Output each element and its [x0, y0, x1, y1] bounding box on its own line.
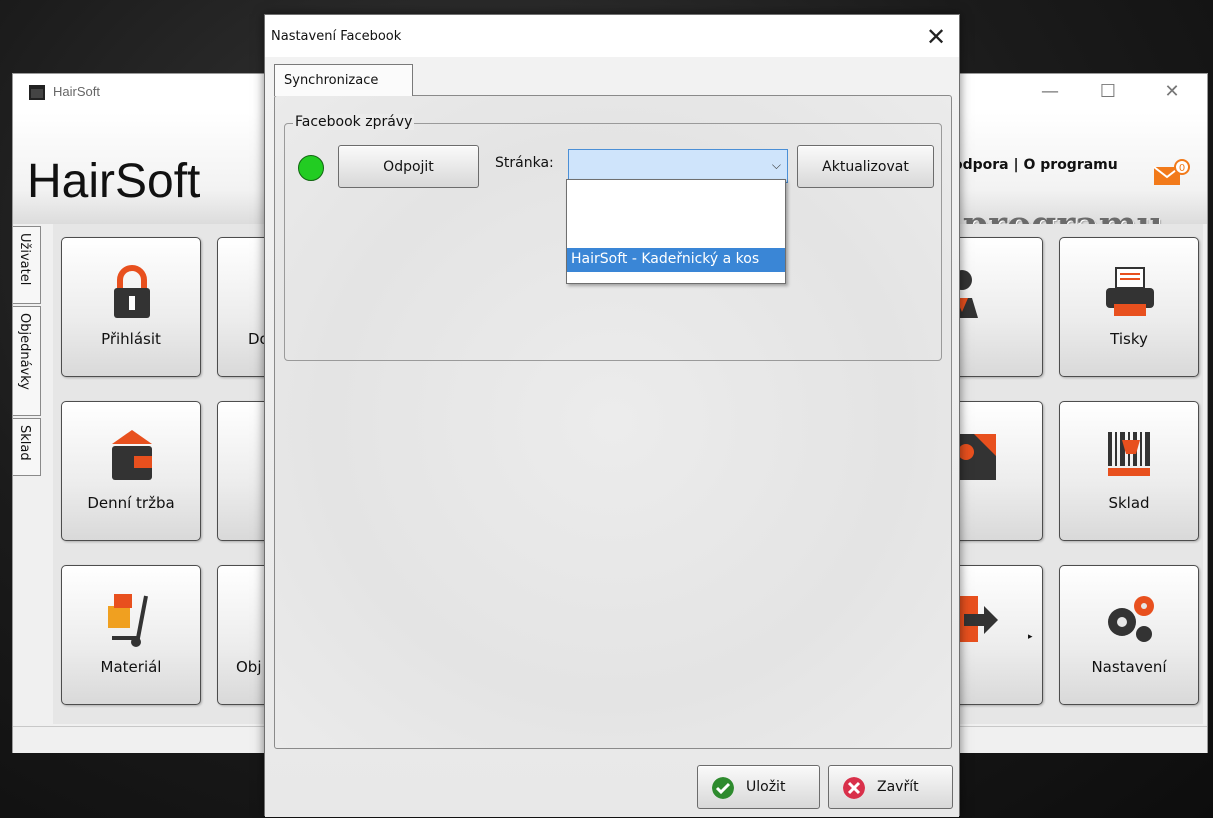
tile-material[interactable]: Materiál — [61, 565, 201, 705]
wallet-icon — [112, 430, 152, 480]
app-icon — [29, 85, 45, 100]
dropdown-option[interactable] — [567, 182, 785, 247]
side-tab-objednavky[interactable]: Objednávky — [13, 306, 41, 416]
tile-label: Nastavení — [1091, 658, 1167, 676]
mail-icon[interactable]: 0 — [1153, 159, 1191, 187]
chevron-down-icon[interactable]: ⌵ — [772, 158, 781, 173]
tile-nastaveni[interactable]: Nastavení — [1059, 565, 1199, 705]
gears-icon — [1108, 596, 1154, 642]
disconnect-button[interactable]: Odpojit — [338, 145, 479, 188]
tile-tisky[interactable]: Tisky — [1059, 237, 1199, 377]
tab-synchronizace[interactable]: Synchronizace — [274, 64, 413, 96]
tab-label: Synchronizace — [284, 73, 379, 88]
tile-label: Denní tržba — [87, 494, 175, 512]
printer-icon — [1106, 267, 1154, 316]
save-button-label: Uložit — [746, 779, 786, 795]
mail-badge: 0 — [1179, 163, 1185, 174]
tile-label: Sklad — [1108, 494, 1150, 512]
dialog-close-icon[interactable]: ✕ — [917, 21, 955, 53]
tile-expand-arrow-icon: ▸ — [1028, 632, 1033, 642]
dialog-body: Synchronizace Facebook zprávy Odpojit St… — [265, 57, 959, 817]
side-tab-uzivatel[interactable]: Uživatel — [13, 226, 41, 304]
tile-label: Materiál — [100, 658, 162, 676]
cancel-icon — [843, 777, 865, 799]
barcode-icon — [1108, 432, 1150, 476]
minimize-icon[interactable]: — — [1035, 80, 1065, 104]
brand-logo: HairSoft — [27, 155, 201, 208]
page-select[interactable]: ⌵ — [568, 149, 788, 183]
refresh-button[interactable]: Aktualizovat — [797, 145, 934, 188]
connection-status-indicator — [298, 155, 324, 181]
group-label: Facebook zprávy — [293, 114, 415, 130]
check-icon — [712, 777, 734, 799]
tile-sklad[interactable]: Sklad — [1059, 401, 1199, 541]
hand-truck-icon — [108, 594, 148, 647]
close-button[interactable]: Zavřít — [828, 765, 953, 809]
tile-label: Tisky — [1110, 330, 1148, 348]
header-links[interactable]: odpora | O programu — [953, 157, 1118, 173]
page-select-dropdown: HairSoft - Kadeřnický a kos — [566, 179, 786, 284]
tile-denni-trzba[interactable]: Denní tržba — [61, 401, 201, 541]
save-button[interactable]: Uložit — [697, 765, 820, 809]
dialog-titlebar: Nastavení Facebook ✕ — [265, 15, 959, 57]
close-button-label: Zavřít — [877, 779, 919, 795]
page-label: Stránka: — [495, 155, 554, 171]
dialog-footer: Uložit Zavřít — [265, 757, 959, 817]
tile-prihlasit[interactable]: Přihlásit — [61, 237, 201, 377]
side-tabs: Uživatel Objednávky Sklad — [13, 226, 43, 726]
close-icon[interactable]: ✕ — [1157, 80, 1187, 104]
refresh-button-label: Aktualizovat — [822, 159, 909, 175]
dropdown-option-selected[interactable]: HairSoft - Kadeřnický a kos — [567, 248, 785, 272]
window-title: HairSoft — [53, 84, 100, 99]
facebook-settings-dialog: Nastavení Facebook ✕ Synchronizace Faceb… — [264, 14, 960, 817]
side-tab-sklad[interactable]: Sklad — [13, 418, 41, 476]
tile-label: Přihlásit — [101, 330, 161, 348]
disconnect-button-label: Odpojit — [383, 159, 434, 175]
dialog-title: Nastavení Facebook — [271, 29, 402, 44]
maximize-icon[interactable]: ☐ — [1093, 80, 1123, 104]
lock-icon — [114, 265, 150, 318]
